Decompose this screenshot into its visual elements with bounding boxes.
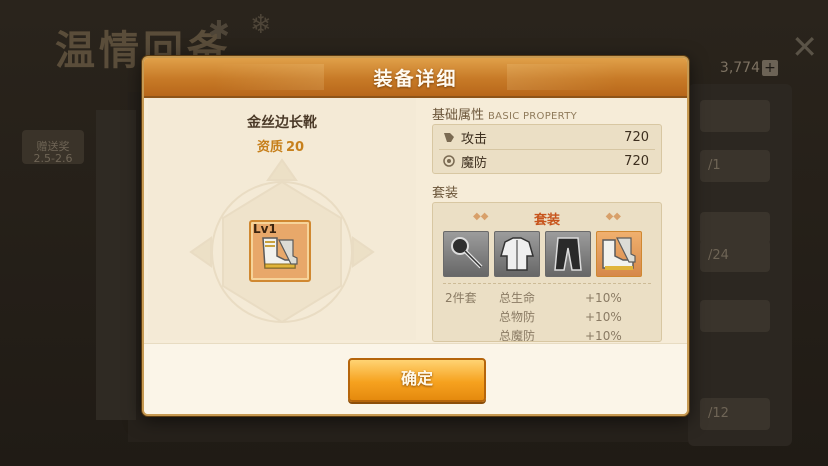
basic-property-title: 基础属性 — [432, 108, 485, 123]
set-title: 套装 — [533, 213, 560, 228]
basic-property-subtitle: BASIC PROPERTY — [488, 111, 578, 122]
add-currency-button[interactable]: + — [762, 60, 778, 76]
stat-row-attack: 攻击 720 — [433, 125, 661, 149]
set-bonus-row: 总魔防 +10% — [445, 327, 655, 342]
stat-box: 攻击 720 魔防 720 — [432, 124, 662, 174]
stat-name: 攻击 — [461, 131, 488, 147]
stat-name: 魔防 — [461, 155, 488, 171]
stat-value: 720 — [624, 153, 649, 169]
snowflake-icon: ❄ — [250, 10, 272, 40]
set-box[interactable]: ◆◆ 套装 ◆◆ 2件套 总生命 +10% 总物防 +10% 总魔防 +10% — [432, 202, 662, 342]
set-bonus-name: 总生命 — [499, 291, 536, 305]
quality-value: 20 — [285, 140, 305, 155]
attack-icon — [444, 133, 454, 142]
item-quality: 资质 20 — [148, 136, 416, 155]
set-bonus-name: 总魔防 — [499, 329, 536, 342]
background-row: /12 — [700, 398, 770, 430]
boots-icon — [262, 237, 298, 269]
dialog-footer: 确定 — [144, 343, 687, 414]
currency-amount: 3,774 — [719, 60, 760, 76]
set-piece-slot[interactable] — [494, 231, 540, 277]
set-bonus-name: 总物防 — [499, 310, 536, 324]
set-bonus-value: +10% — [585, 310, 622, 324]
set-bonus-count: 2件套 — [445, 291, 477, 305]
jacket-icon — [500, 237, 534, 271]
set-bonus-row: 总物防 +10% — [445, 308, 655, 327]
background-row: /24 — [700, 240, 770, 272]
background-row — [700, 300, 770, 332]
set-bonus-row: 2件套 总生命 +10% — [445, 289, 655, 308]
stat-value: 720 — [624, 129, 649, 145]
snowflake-icon: ✱ — [208, 16, 230, 46]
boots-icon — [602, 237, 636, 270]
background-tab-date: 2.5-2.6 — [33, 152, 73, 165]
set-piece-slot-active[interactable] — [596, 231, 642, 277]
divider — [443, 283, 651, 284]
equipment-detail-dialog: 装备详细 金丝边长靴 资质 20 Lv1 基础属性 BASIC PROPERTY… — [142, 56, 689, 416]
dialog-title: 装备详细 — [373, 67, 458, 90]
pants-icon — [554, 237, 582, 271]
set-piece-slot[interactable] — [545, 231, 591, 277]
set-bonus-value: +10% — [585, 291, 622, 305]
confirm-button[interactable]: 确定 — [348, 358, 486, 402]
key-staff-icon — [451, 237, 483, 269]
item-icon-frame: Lv1 — [249, 220, 311, 282]
basic-property-label: 基础属性 BASIC PROPERTY — [432, 104, 577, 123]
dialog-header: 装备详细 — [144, 58, 687, 98]
set-bonus-list: 2件套 总生命 +10% 总物防 +10% 总魔防 +10% — [445, 289, 655, 342]
set-label: 套装 — [432, 186, 459, 201]
item-panel: 金丝边长靴 资质 20 Lv1 — [148, 98, 416, 340]
stat-row-magic-defense: 魔防 720 — [433, 149, 661, 173]
quality-label: 资质 — [256, 140, 283, 155]
item-name: 金丝边长靴 — [247, 115, 317, 131]
background-row: /1 — [700, 150, 770, 182]
set-bonus-value: +10% — [585, 329, 622, 342]
close-icon[interactable]: ✕ — [791, 28, 818, 66]
arrow-right-icon: ◆◆ — [605, 211, 621, 222]
background-card — [96, 110, 136, 420]
magic-defense-icon — [443, 155, 455, 167]
set-piece-slot[interactable] — [443, 231, 489, 277]
background-row — [700, 100, 770, 132]
